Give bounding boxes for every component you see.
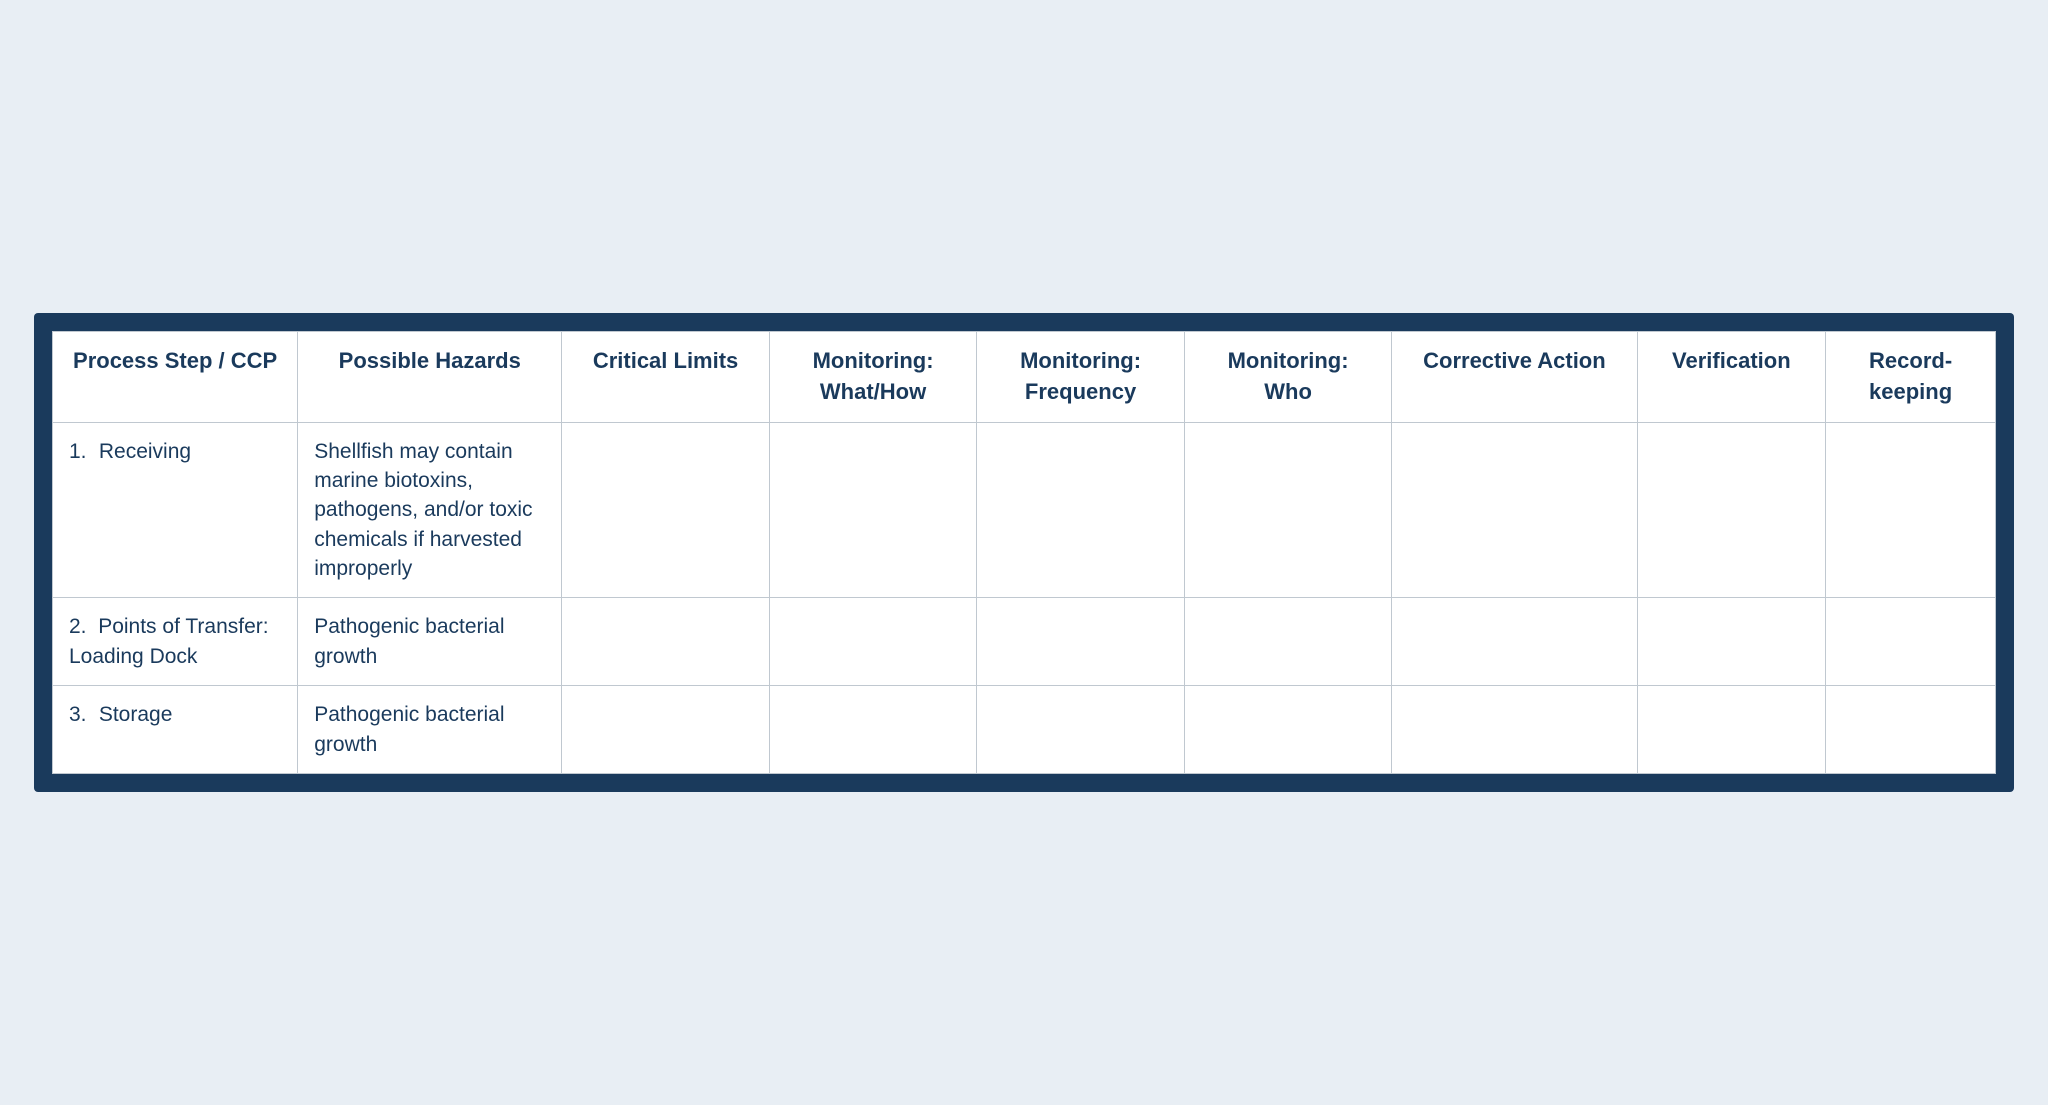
table-row: 3. Storage Pathogenic bacterial growth: [53, 686, 1996, 774]
row3-name: Storage: [99, 703, 173, 726]
row2-name: Points of Transfer: Loading Dock: [69, 615, 269, 667]
header-mon-what: Monitoring: What/How: [769, 331, 977, 422]
row1-record: [1826, 422, 1996, 598]
row3-record: [1826, 686, 1996, 774]
row2-number: 2.: [69, 615, 87, 638]
row3-mon-who: [1184, 686, 1392, 774]
header-process: Process Step / CCP: [53, 331, 298, 422]
row1-mon-freq: [977, 422, 1185, 598]
header-mon-who: Monitoring: Who: [1184, 331, 1392, 422]
header-mon-freq: Monitoring: Frequency: [977, 331, 1185, 422]
row1-number: 1.: [69, 437, 93, 466]
row3-corrective: [1392, 686, 1637, 774]
header-row: Process Step / CCP Possible Hazards Crit…: [53, 331, 1996, 422]
header-record: Record-keeping: [1826, 331, 1996, 422]
haccp-table: Process Step / CCP Possible Hazards Crit…: [52, 331, 1996, 774]
row3-verification: [1637, 686, 1826, 774]
header-critical: Critical Limits: [562, 331, 770, 422]
row1-process: 1. Receiving: [53, 422, 298, 598]
row3-critical: [562, 686, 770, 774]
row2-record: [1826, 598, 1996, 686]
header-verification: Verification: [1637, 331, 1826, 422]
row1-corrective: [1392, 422, 1637, 598]
row2-mon-what: [769, 598, 977, 686]
row1-critical: [562, 422, 770, 598]
table-row: 2. Points of Transfer: Loading Dock Path…: [53, 598, 1996, 686]
row2-process: 2. Points of Transfer: Loading Dock: [53, 598, 298, 686]
row1-mon-what: [769, 422, 977, 598]
row3-mon-freq: [977, 686, 1185, 774]
table-row: 1. Receiving Shellfish may contain marin…: [53, 422, 1996, 598]
row1-hazards: Shellfish may contain marine biotoxins, …: [298, 422, 562, 598]
row3-mon-what: [769, 686, 977, 774]
row3-hazards: Pathogenic bacterial growth: [298, 686, 562, 774]
row1-name: Receiving: [99, 440, 191, 463]
table-container: Process Step / CCP Possible Hazards Crit…: [52, 331, 1996, 774]
row3-number: 3.: [69, 700, 93, 729]
row1-mon-who: [1184, 422, 1392, 598]
row2-mon-who: [1184, 598, 1392, 686]
row2-verification: [1637, 598, 1826, 686]
row2-critical: [562, 598, 770, 686]
row2-mon-freq: [977, 598, 1185, 686]
outer-border: Process Step / CCP Possible Hazards Crit…: [34, 313, 2014, 792]
header-hazards: Possible Hazards: [298, 331, 562, 422]
row1-verification: [1637, 422, 1826, 598]
row2-hazards: Pathogenic bacterial growth: [298, 598, 562, 686]
row2-corrective: [1392, 598, 1637, 686]
row3-process: 3. Storage: [53, 686, 298, 774]
header-corrective: Corrective Action: [1392, 331, 1637, 422]
